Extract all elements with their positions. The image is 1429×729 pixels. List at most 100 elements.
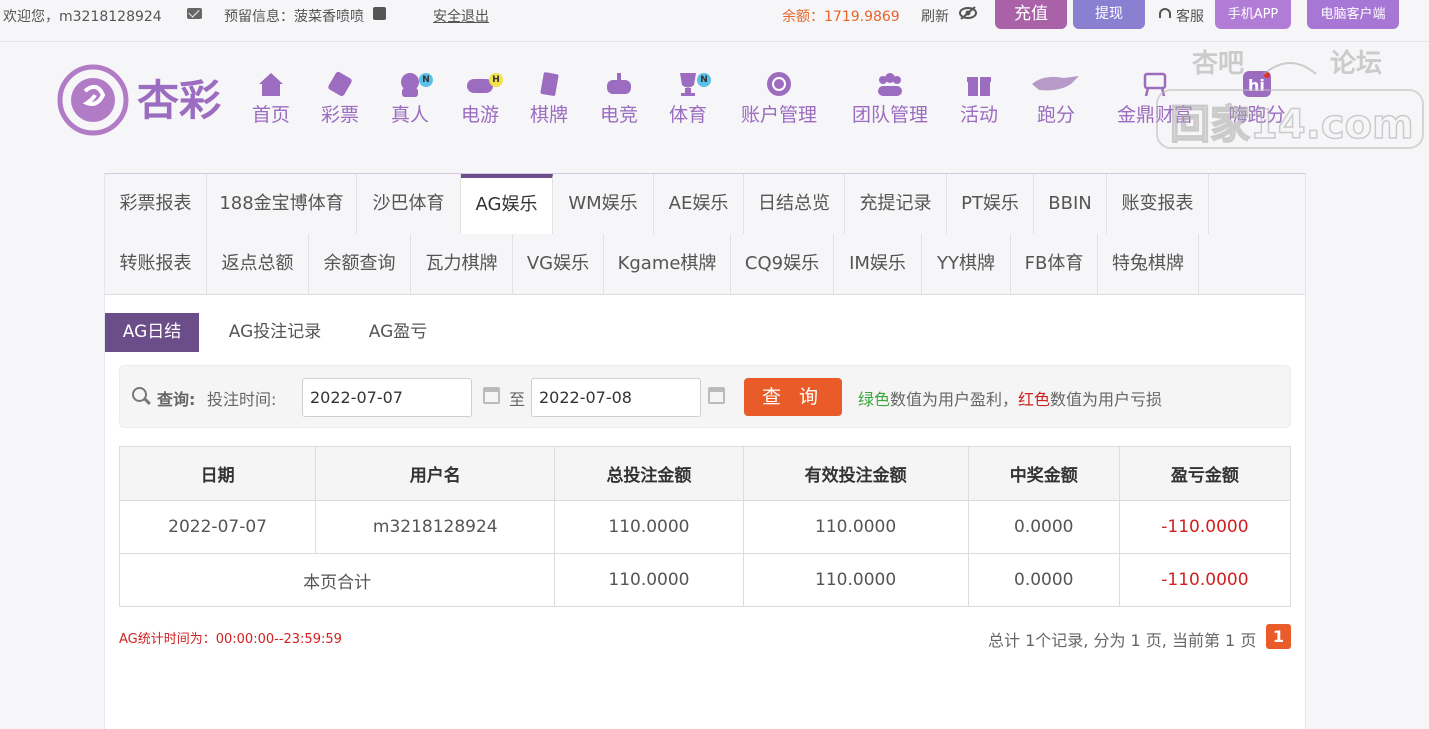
total-profit-loss-sum: -110.0000 [1118,553,1292,607]
gift-icon [967,77,991,96]
table-total-row: 本页合计 110.0000 110.0000 0.0000 -110.0000 [118,553,1292,607]
table-row: 2022-07-07 m3218128924 110.0000 110.0000… [118,500,1292,554]
nav-label: 账户管理 [740,104,817,126]
to-label: 至 [509,390,526,409]
tab-im[interactable]: IM娱乐 [834,234,922,294]
tab-daily-overview[interactable]: 日结总览 [744,174,845,234]
tab-transfer-report[interactable]: 转账报表 [105,234,207,294]
tab-kgame[interactable]: Kgame棋牌 [604,234,731,294]
end-date-input[interactable]: 2022-07-08 [531,378,701,417]
tab-ae[interactable]: AE娱乐 [654,174,744,234]
tab-wali[interactable]: 瓦力棋牌 [411,234,513,294]
tab-yy[interactable]: YY棋牌 [922,234,1011,294]
withdraw-button[interactable]: 提现 [1073,0,1145,29]
hint-green: 绿色 [858,390,891,409]
tab-wm[interactable]: WM娱乐 [553,174,654,234]
refresh-link[interactable]: 刷新 [921,6,949,26]
nav-activity[interactable]: 活动 [959,70,999,127]
col-username: 用户名 [315,446,556,501]
tab-tetu[interactable]: 特兔棋牌 [1098,234,1199,294]
hint-mid: 数值为用户盈利， [890,390,1019,409]
nav-label: 活动 [959,104,998,126]
cell-date: 2022-07-07 [118,500,317,554]
nav-home[interactable]: 首页 [251,70,291,127]
nav-label: 电竞 [599,104,638,126]
nav-slots[interactable]: H 电游 [460,70,503,127]
nav-account[interactable]: 账户管理 [738,70,820,127]
tab-deposit-records[interactable]: 充提记录 [845,174,947,234]
hide-balance-icon[interactable] [959,6,977,20]
daily-report-table: 日期 用户名 总投注金额 有效投注金额 中奖金额 盈亏金额 2022-07-07… [118,446,1292,607]
pagination-summary: 总计 1个记录, 分为 1 页, 当前第 1 页 [988,631,1257,650]
query-bar: 查询: 投注时间: 2022-07-07 至 2022-07-08 查 询 绿色… [119,365,1291,428]
nav-cards[interactable]: 棋牌 [529,70,569,127]
calendar-icon[interactable] [708,387,725,404]
nav-badge: N [697,73,711,87]
edit-icon[interactable] [373,7,386,20]
page-number-button[interactable]: 1 [1266,624,1291,649]
headset-icon[interactable] [1159,8,1171,18]
nav-lottery[interactable]: 彩票 [320,70,360,127]
nav-label: 棋牌 [529,104,568,126]
nav-running[interactable]: 跑分 [1028,70,1084,127]
stat-time-note: AG统计时间为：00:00:00--23:59:59 [119,632,342,647]
nav-sports[interactable]: N 体育 [668,70,711,127]
start-date-input[interactable]: 2022-07-07 [302,378,472,417]
mail-icon[interactable] [187,8,202,19]
service-link[interactable]: 客服 [1176,6,1204,26]
tab-cq9[interactable]: CQ9娱乐 [731,234,834,294]
tab-saba[interactable]: 沙巴体育 [357,174,461,234]
welcome-text: 欢迎您，m3218128924 [3,9,162,25]
tab-lottery-report[interactable]: 彩票报表 [105,174,207,234]
color-hint: 绿色数值为用户盈利，红色数值为用户亏损 [858,386,1162,410]
calendar-icon[interactable] [483,387,500,404]
tab-bbin[interactable]: BBIN [1034,174,1107,234]
nav-label: 真人 [390,104,429,126]
tab-vg[interactable]: VG娱乐 [513,234,604,294]
tab-rebate-total[interactable]: 返点总额 [207,234,309,294]
search-icon [132,387,147,402]
nav-team[interactable]: 团队管理 [849,70,931,127]
logout-link[interactable]: 安全退出 [433,6,489,26]
tab-fb[interactable]: FB体育 [1011,234,1098,294]
site-logo[interactable]: 杏彩 [57,63,242,137]
tab-ag[interactable]: AG娱乐 [461,174,553,234]
query-label: 查询: [157,390,196,409]
cell-winning: 0.0000 [967,500,1120,554]
nav-label: 首页 [251,104,290,126]
col-date: 日期 [118,446,317,501]
table-header-row: 日期 用户名 总投注金额 有效投注金额 中奖金额 盈亏金额 [118,446,1292,501]
subtab-ag-bets[interactable]: AG投注记录 [215,313,335,352]
total-valid-sum: 110.0000 [742,553,969,607]
svg-text:论坛: 论坛 [1330,49,1382,79]
cell-total-bet: 110.0000 [554,500,744,554]
nav-label: 跑分 [1036,104,1075,126]
nav-live[interactable]: N 真人 [390,70,433,127]
tab-balance-query[interactable]: 余额查询 [309,234,411,294]
cell-profit-loss: -110.0000 [1118,500,1292,554]
query-button[interactable]: 查 询 [744,378,842,416]
deposit-button[interactable]: 充值 [995,0,1067,29]
subtab-ag-profit[interactable]: AG盈亏 [355,313,441,352]
svg-text:回家14.com: 回家14.com [1170,102,1414,148]
mobile-app-button[interactable]: 手机APP [1215,0,1291,29]
tab-188[interactable]: 188金宝博体育 [207,174,357,234]
pc-client-button[interactable]: 电脑客户端 [1307,0,1399,29]
nav-esports[interactable]: 电竞 [599,70,639,127]
report-panel: 彩票报表 188金宝博体育 沙巴体育 AG娱乐 WM娱乐 AE娱乐 日结总览 充… [104,173,1306,729]
subtab-ag-daily[interactable]: AG日结 [105,313,199,352]
col-valid-bet: 有效投注金额 [742,446,969,501]
total-winning-sum: 0.0000 [967,553,1120,607]
nav-badge: N [419,73,433,87]
cell-username: m3218128924 [315,500,556,554]
total-label: 本页合计 [118,553,556,607]
col-total-bet: 总投注金额 [554,446,744,501]
nav-badge: H [489,73,503,87]
logo-text: 杏彩 [137,76,221,125]
tab-balance-change[interactable]: 账变报表 [1107,174,1209,234]
nav-label: 体育 [668,104,707,126]
team-icon [878,73,902,96]
bet-time-label: 投注时间: [207,390,277,409]
reserved-info: 预留信息：菠菜香喷喷 [224,9,364,25]
tab-pt[interactable]: PT娱乐 [947,174,1034,234]
